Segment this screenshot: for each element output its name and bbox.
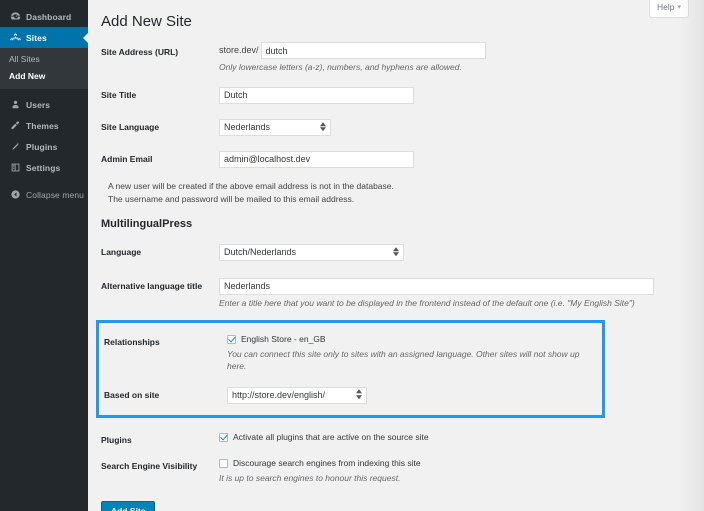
wordpress-network-admin: Dashboard Sites All Sites Add New Users (0, 0, 704, 511)
label-alternative-language-title: Alternative language title (101, 276, 219, 292)
sidebar-subitem-add-new[interactable]: Add New (0, 68, 88, 85)
admin-note-line-1: A new user will be created if the above … (108, 180, 704, 193)
sidebar-item-users[interactable]: Users (0, 94, 88, 115)
site-address-hint: Only lowercase letters (a-z), numbers, a… (219, 61, 704, 73)
help-tab-label: Help (657, 2, 674, 12)
sidebar-subitem-all-sites[interactable]: All Sites (0, 51, 88, 68)
row-search-engine-visibility: Search Engine Visibility Discourage sear… (101, 456, 704, 484)
mlp-language-select[interactable]: Dutch/Nederlands (219, 244, 404, 261)
main-content: Help▾ Add New Site Site Address (URL) st… (88, 0, 704, 511)
help-tab-button[interactable]: Help▾ (649, 0, 689, 18)
alternative-language-title-input[interactable] (219, 278, 654, 295)
based-on-site-select[interactable]: http://store.dev/english/ (227, 387, 367, 404)
admin-email-note: A new user will be created if the above … (101, 173, 704, 205)
plugins-icon (9, 141, 22, 152)
label-site-language: Site Language (101, 117, 219, 133)
row-plugins: Plugins Activate all plugins that are ac… (101, 418, 704, 446)
admin-note-line-2: The username and password will be mailed… (108, 193, 704, 206)
add-site-form: Site Address (URL) store.dev/ Only lower… (88, 42, 704, 511)
sidebar-item-themes[interactable]: Themes (0, 115, 88, 136)
row-alternative-language-title: Alternative language title Enter a title… (101, 276, 704, 309)
label-relationships: Relationships (104, 332, 227, 348)
sidebar-item-plugins[interactable]: Plugins (0, 136, 88, 157)
activate-plugins-label[interactable]: Activate all plugins that are active on … (233, 430, 429, 444)
admin-sidebar: Dashboard Sites All Sites Add New Users (0, 0, 88, 511)
sites-icon (9, 32, 22, 43)
label-plugins: Plugins (101, 430, 219, 446)
collapse-menu-button[interactable]: Collapse menu (0, 184, 88, 205)
settings-icon (9, 162, 22, 173)
discourage-search-engines-checkbox[interactable] (219, 459, 228, 468)
dashboard-icon (9, 11, 22, 22)
site-title-input[interactable] (219, 87, 414, 104)
site-language-select[interactable]: Nederlands (219, 119, 331, 136)
label-site-title: Site Title (101, 85, 219, 101)
relationships-highlight-box: Relationships English Store - en_GB You … (96, 320, 605, 418)
relationship-checkbox-label[interactable]: English Store - en_GB (241, 332, 326, 346)
row-mlp-language: Language Dutch/Nederlands (101, 242, 704, 263)
submit-area: Add Site (101, 487, 704, 511)
sidebar-item-label: Dashboard (26, 12, 71, 22)
users-icon (9, 99, 22, 110)
add-site-button[interactable]: Add Site (101, 501, 155, 511)
row-site-address: Site Address (URL) store.dev/ Only lower… (101, 42, 704, 73)
collapse-arrow-icon (9, 189, 22, 200)
label-based-on-site: Based on site (104, 385, 227, 401)
search-engine-visibility-hint: It is up to search engines to honour thi… (219, 472, 704, 484)
relationships-hint: You can connect this site only to sites … (227, 348, 596, 372)
admin-email-input[interactable] (219, 151, 414, 168)
sidebar-item-label: Plugins (26, 142, 57, 152)
row-site-language: Site Language Nederlands (101, 117, 704, 138)
row-relationships: Relationships English Store - en_GB You … (104, 332, 596, 372)
sidebar-item-settings[interactable]: Settings (0, 157, 88, 178)
label-site-address: Site Address (URL) (101, 42, 219, 58)
activate-plugins-checkbox[interactable] (219, 433, 228, 442)
sidebar-item-label: Sites (26, 33, 47, 43)
themes-icon (9, 120, 22, 131)
site-address-input[interactable] (261, 42, 486, 59)
sidebar-item-dashboard[interactable]: Dashboard (0, 6, 88, 27)
sites-submenu: All Sites Add New (0, 48, 88, 89)
row-based-on-site: Based on site http://store.dev/english/ (104, 385, 596, 406)
label-search-engine-visibility: Search Engine Visibility (101, 456, 219, 472)
chevron-down-icon: ▾ (677, 2, 681, 13)
page-title: Add New Site (88, 0, 704, 42)
collapse-menu-label: Collapse menu (26, 190, 84, 200)
sidebar-item-label: Settings (26, 163, 60, 173)
label-admin-email: Admin Email (101, 149, 219, 165)
relationship-checkbox-english-store[interactable] (227, 335, 236, 344)
sidebar-item-label: Users (26, 100, 50, 110)
row-site-title: Site Title (101, 85, 704, 106)
row-admin-email: Admin Email (101, 149, 704, 170)
alternative-language-title-hint: Enter a title here that you want to be d… (219, 297, 704, 309)
label-mlp-language: Language (101, 242, 219, 258)
discourage-search-engines-label[interactable]: Discourage search engines from indexing … (233, 456, 421, 470)
multilingualpress-heading: MultilingualPress (101, 218, 704, 230)
site-address-prefix: store.dev/ (219, 42, 259, 59)
sidebar-item-sites[interactable]: Sites (0, 27, 88, 48)
sidebar-item-label: Themes (26, 121, 59, 131)
